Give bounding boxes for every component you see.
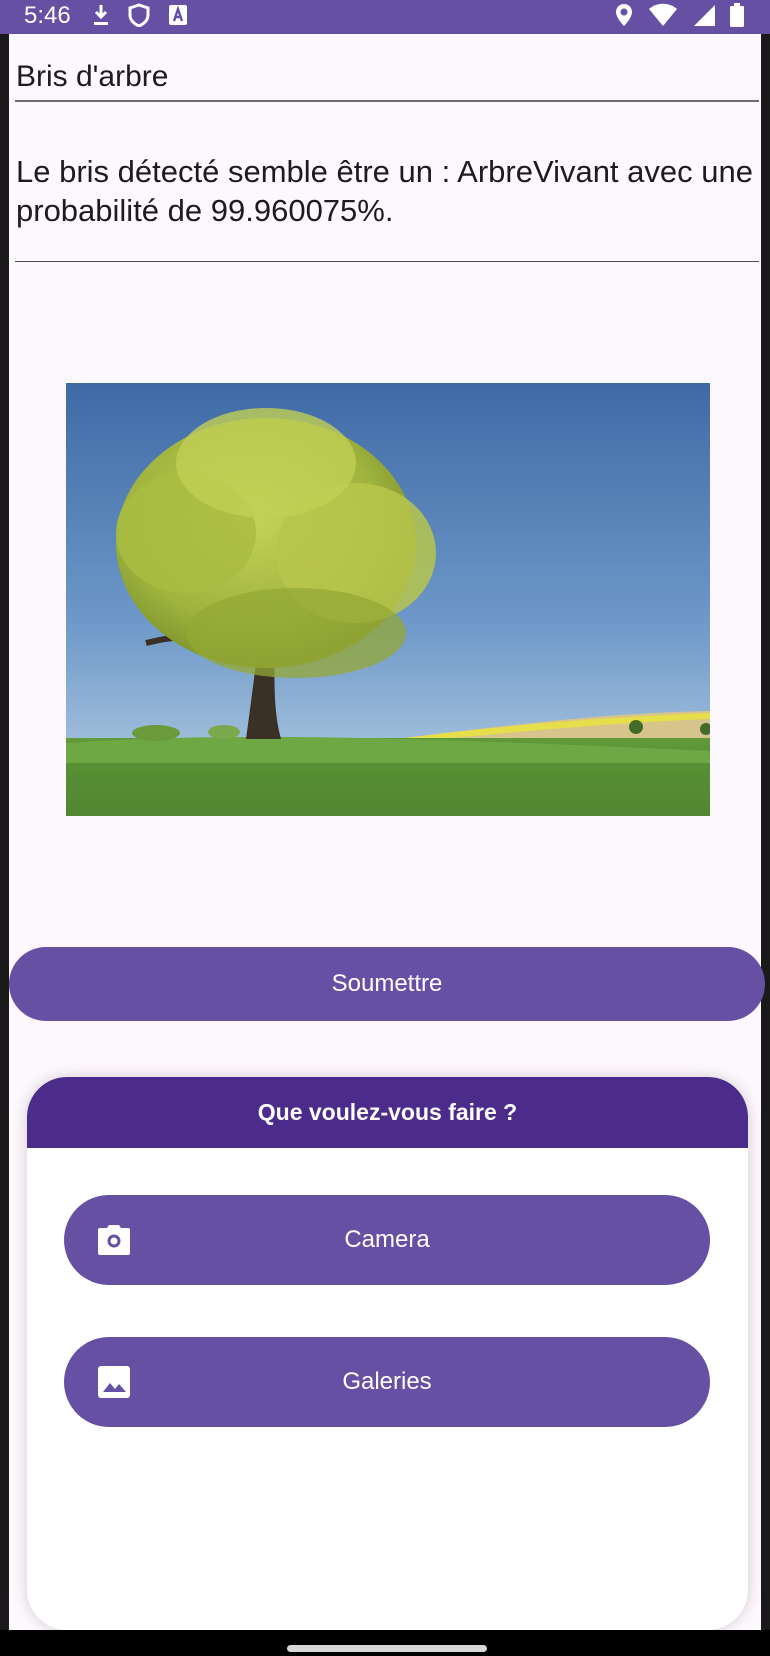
title-field-value: Bris d'arbre bbox=[16, 60, 169, 93]
home-handle[interactable] bbox=[287, 1645, 487, 1652]
battery-icon bbox=[730, 3, 744, 27]
location-icon bbox=[616, 4, 632, 26]
sheet-title: Que voulez-vous faire ? bbox=[27, 1077, 748, 1148]
result-field[interactable]: Le bris détecté semble être un : ArbreVi… bbox=[15, 152, 759, 262]
status-time: 5:46 bbox=[24, 2, 71, 29]
title-field[interactable]: Bris d'arbre bbox=[15, 54, 759, 102]
navigation-bar bbox=[0, 1630, 770, 1656]
gallery-button[interactable]: Galeries bbox=[64, 1337, 710, 1427]
result-field-value: Le bris détecté semble être un : ArbreVi… bbox=[16, 154, 753, 228]
tree-photo bbox=[66, 383, 710, 816]
download-icon bbox=[94, 5, 108, 25]
status-bar: 5:46 bbox=[0, 0, 770, 34]
submit-button[interactable]: Soumettre bbox=[9, 947, 765, 1021]
wifi-icon bbox=[649, 3, 677, 26]
status-left-icons bbox=[92, 2, 188, 28]
image-icon bbox=[98, 1366, 130, 1398]
camera-button-label: Camera bbox=[344, 1226, 430, 1253]
camera-icon bbox=[98, 1225, 130, 1255]
status-right-icons bbox=[614, 2, 744, 28]
app-screen: Bris d'arbre Le bris détecté semble être… bbox=[9, 34, 765, 1630]
gallery-button-label: Galeries bbox=[342, 1368, 432, 1395]
camera-button[interactable]: Camera bbox=[64, 1195, 710, 1285]
signal-icon bbox=[694, 5, 715, 26]
app-a-icon bbox=[169, 5, 187, 25]
action-sheet: Que voulez-vous faire ? Camera Galeries bbox=[27, 1077, 748, 1630]
shield-icon bbox=[128, 3, 150, 27]
